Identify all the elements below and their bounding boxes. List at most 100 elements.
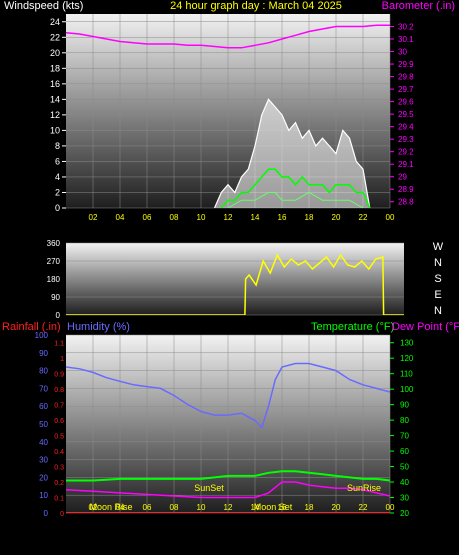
dew-point-axis-title: Dew Point (°F) <box>392 321 459 333</box>
windspeed-ticks: 024681012141618202224 <box>50 17 66 213</box>
compass-labels: WNSEN <box>433 241 444 317</box>
temperature-tick-label: 50 <box>400 463 409 472</box>
barometer-tick-label: 29 <box>398 173 407 182</box>
compass-label: E <box>434 289 441 301</box>
windspeed-tick-label: 2 <box>55 187 60 197</box>
time-tick-label: 06 <box>143 503 152 512</box>
temperature-tick-label: 100 <box>400 385 414 394</box>
humidity-ticks: 0 10 20 30 40 50 60 70 80 90 100 <box>35 331 49 518</box>
direction-tick-label: 360 <box>47 239 61 248</box>
barometer-tick-label: 29.5 <box>398 110 414 119</box>
direction-tick-label: 270 <box>47 257 61 266</box>
rainfall-tick-label: 0.6 <box>54 418 64 425</box>
time-tick-label: 18 <box>305 213 314 222</box>
rainfall-tick-label: 0.5 <box>54 434 64 441</box>
temperature-tick-label: 120 <box>400 354 414 363</box>
direction-plot: 0 90 180 270 360 WNSEN <box>47 239 444 320</box>
time-tick-label: 20 <box>332 213 341 222</box>
temperature-tick-label: 110 <box>400 370 413 379</box>
temperature-tick-label: 80 <box>400 416 409 425</box>
humidity-tick-label: 90 <box>39 349 48 358</box>
windspeed-tick-label: 4 <box>55 172 60 182</box>
humidity-tick-label: 60 <box>39 402 48 411</box>
rainfall-tick-label: 0.3 <box>54 465 64 472</box>
time-tick-label: 04 <box>116 213 125 222</box>
windspeed-tick-label: 12 <box>50 110 60 120</box>
barometer-tick-label: 29.4 <box>398 123 414 132</box>
rainfall-tick-label: 0.2 <box>54 480 64 487</box>
windspeed-axis-title: Windspeed (kts) <box>4 0 83 12</box>
time-tick-label: 22 <box>359 503 368 512</box>
time-tick-label: 00 <box>386 503 395 512</box>
windspeed-tick-label: 24 <box>50 17 60 27</box>
barometer-axis-title: Barometer (.in) <box>382 0 455 12</box>
humidity-tick-label: 50 <box>39 420 48 429</box>
direction-tick-label: 90 <box>51 293 60 302</box>
wind-plot: 024681012141618202224 28.828.92929.129.2… <box>50 14 414 222</box>
compass-label: W <box>433 241 444 253</box>
time-tick-label: 12 <box>224 213 233 222</box>
barometer-tick-label: 29.9 <box>398 60 414 69</box>
temperature-ticks: 20 30 40 50 60 70 80 90 100 110 120 130 <box>390 339 414 518</box>
windspeed-tick-label: 18 <box>50 63 60 73</box>
windspeed-tick-label: 6 <box>55 156 60 166</box>
barometer-tick-label: 29.8 <box>398 73 414 82</box>
windspeed-tick-label: 20 <box>50 48 60 58</box>
humidity-tick-label: 30 <box>39 456 48 465</box>
barometer-tick-label: 29.2 <box>398 148 414 157</box>
time-tick-label: 20 <box>332 503 341 512</box>
barometer-tick-label: 29.1 <box>398 160 414 169</box>
compass-label: N <box>434 305 442 317</box>
time-tick-label: 08 <box>170 503 179 512</box>
rainfall-tick-label: 0.1 <box>54 496 64 503</box>
compass-label: N <box>434 257 442 269</box>
humidity-tick-label: 10 <box>39 491 48 500</box>
windspeed-tick-label: 14 <box>50 94 60 104</box>
chart-title: 24 hour graph day : March 04 2025 <box>170 0 342 12</box>
rainfall-axis-title: Rainfall (.in) <box>2 321 61 333</box>
time-tick-label: 02 <box>89 213 98 222</box>
temperature-tick-label: 90 <box>400 401 409 410</box>
barometer-ticks: 28.8 28.9 29 29.1 29.2 29.3 29.4 29.5 29.6 29.7 29… <box>390 23 414 207</box>
direction-degree-ticks: 0 90 180 270 360 <box>47 239 61 320</box>
sunrise-annotation: SunRise <box>347 483 381 493</box>
climate-plot: 0 0.1 0.2 0.3 0.4 0.5 0.6 0.7 0.8 0.9 1 1.1 0 10 20 30… <box>35 331 414 518</box>
rainfall-tick-label: 0.4 <box>54 449 64 456</box>
humidity-tick-label: 80 <box>39 367 48 376</box>
weather-graph: Windspeed (kts) 24 hour graph day : Marc… <box>2 0 459 518</box>
humidity-tick-label: 0 <box>44 509 49 518</box>
rainfall-ticks: 0 0.1 0.2 0.3 0.4 0.5 0.6 0.7 0.8 0.9 1 1.1 <box>54 341 64 518</box>
time-tick-label: 08 <box>170 213 179 222</box>
time-tick-label: 18 <box>305 503 314 512</box>
barometer-tick-label: 28.9 <box>398 185 414 194</box>
barometer-tick-label: 30.1 <box>398 35 414 44</box>
windspeed-tick-label: 16 <box>50 79 60 89</box>
direction-tick-label: 0 <box>56 311 61 320</box>
barometer-tick-label: 29.7 <box>398 85 414 94</box>
time-tick-label: 14 <box>251 213 260 222</box>
temperature-tick-label: 20 <box>400 509 409 518</box>
temperature-tick-label: 60 <box>400 447 409 456</box>
rainfall-tick-label: 1 <box>60 356 64 363</box>
barometer-tick-label: 29.6 <box>398 98 414 107</box>
rainfall-tick-label: 0 <box>60 511 64 518</box>
barometer-tick-label: 29.3 <box>398 135 414 144</box>
humidity-tick-label: 40 <box>39 438 48 447</box>
windspeed-tick-label: 22 <box>50 32 60 42</box>
rainfall-tick-label: 0.9 <box>54 372 64 379</box>
temperature-axis-title: Temperature (°F) <box>311 321 394 333</box>
humidity-tick-label: 20 <box>39 473 48 482</box>
barometer-tick-label: 30 <box>398 48 407 57</box>
time-tick-label: 12 <box>224 503 233 512</box>
direction-tick-label: 180 <box>47 275 61 284</box>
temperature-tick-label: 30 <box>400 494 409 503</box>
time-tick-label: 22 <box>359 213 368 222</box>
windspeed-tick-label: 10 <box>50 125 60 135</box>
humidity-axis-title: Humidity (%) <box>67 321 130 333</box>
windspeed-tick-label: 0 <box>55 203 60 213</box>
rainfall-tick-label: 1.1 <box>54 341 64 348</box>
humidity-tick-label: 70 <box>39 384 48 393</box>
time-tick-label: 10 <box>197 213 206 222</box>
time-tick-label: 10 <box>197 503 206 512</box>
sunset-annotation: SunSet <box>194 483 224 493</box>
